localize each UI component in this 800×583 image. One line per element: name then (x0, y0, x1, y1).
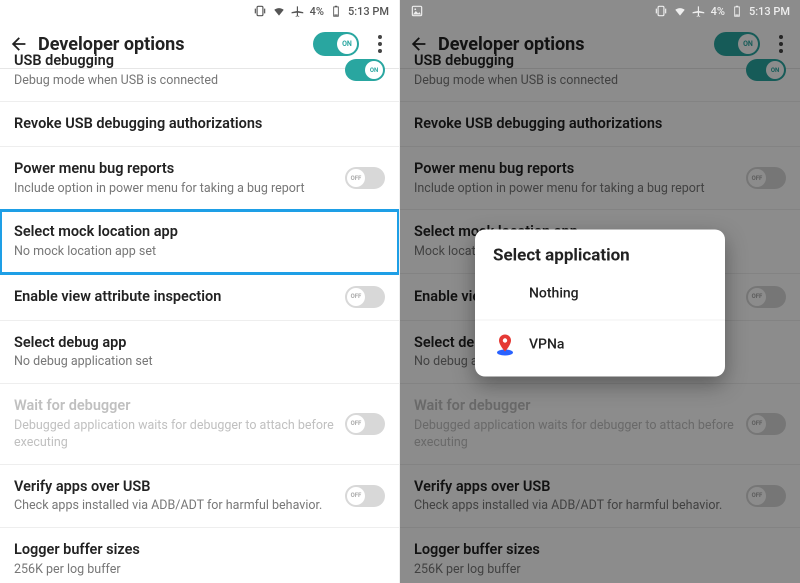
toggle-view-attr[interactable]: OFF (345, 286, 385, 308)
dialog-title: Select application (475, 246, 725, 276)
dialog-option-vpna[interactable]: VPNa (475, 320, 725, 369)
vibrate-icon (654, 4, 668, 18)
vibrate-icon (253, 4, 267, 18)
row-view-attr[interactable]: Enable view attribute inspection OFF (0, 274, 399, 321)
master-toggle[interactable]: ON (313, 32, 359, 56)
toggle-knob: ON (337, 34, 357, 54)
row-title: Enable view attribute inspection (14, 287, 335, 307)
row-sub: Debugged application waits for debugger … (14, 418, 335, 452)
status-bar: 4% 5:13 PM (400, 0, 800, 22)
row-sub: Check apps installed via ADB/ADT for har… (14, 498, 335, 515)
clock-text: 5:13 PM (749, 5, 790, 18)
row-sub: Debug mode when USB is connected (14, 73, 335, 90)
battery-icon (730, 4, 744, 18)
gallery-icon (410, 4, 424, 18)
row-logger-buffer[interactable]: Logger buffer sizes 256K per log buffer (0, 528, 399, 583)
blank-icon (493, 282, 517, 306)
row-mock-location[interactable]: Select mock location app No mock locatio… (0, 210, 399, 273)
row-title: Select debug app (14, 333, 385, 353)
overflow-menu-icon[interactable] (369, 33, 391, 55)
row-usb-debugging[interactable]: USB debugging Debug mode when USB is con… (0, 51, 399, 102)
dialog-option-nothing[interactable]: Nothing (475, 276, 725, 320)
screen-right: 4% 5:13 PM Developer options ON USB debu… (400, 0, 800, 583)
airplane-icon (291, 4, 305, 18)
screen-left: 4% 5:13 PM Developer options ON USB debu… (0, 0, 400, 583)
row-select-debug-app[interactable]: Select debug app No debug application se… (0, 321, 399, 384)
location-pin-icon (493, 333, 517, 357)
row-sub: Include option in power menu for taking … (14, 181, 335, 198)
settings-list: USB debugging Debug mode when USB is con… (0, 51, 399, 583)
row-title: Power menu bug reports (14, 159, 335, 179)
row-sub: No mock location app set (14, 244, 385, 261)
row-sub: 256K per log buffer (14, 562, 385, 579)
toggle-usb-debugging[interactable]: ON (345, 59, 385, 81)
toggle-verify-usb[interactable]: OFF (345, 485, 385, 507)
battery-text: 4% (711, 5, 725, 18)
row-title: Revoke USB debugging authorizations (14, 114, 385, 134)
row-wait-debugger: Wait for debugger Debugged application w… (0, 384, 399, 464)
wifi-icon (673, 4, 687, 18)
row-sub: No debug application set (14, 354, 385, 371)
toggle-wait-debugger: OFF (345, 413, 385, 435)
row-title: Verify apps over USB (14, 477, 335, 497)
wifi-icon (272, 4, 286, 18)
row-title: Select mock location app (14, 222, 385, 242)
dialog-option-label: VPNa (529, 337, 564, 353)
airplane-icon (692, 4, 706, 18)
row-verify-usb[interactable]: Verify apps over USB Check apps installe… (0, 465, 399, 528)
row-power-menu-bug[interactable]: Power menu bug reports Include option in… (0, 147, 399, 210)
row-title: USB debugging (14, 51, 335, 71)
row-title: Logger buffer sizes (14, 540, 385, 560)
row-title: Wait for debugger (14, 396, 335, 416)
dialog-option-label: Nothing (529, 286, 579, 302)
row-revoke-usb[interactable]: Revoke USB debugging authorizations (0, 102, 399, 147)
battery-text: 4% (310, 5, 324, 18)
toggle-power-menu[interactable]: OFF (345, 167, 385, 189)
clock-text: 5:13 PM (348, 5, 389, 18)
status-bar: 4% 5:13 PM (0, 0, 399, 22)
select-app-dialog: Select application Nothing VPNa (475, 230, 725, 377)
battery-icon (329, 4, 343, 18)
